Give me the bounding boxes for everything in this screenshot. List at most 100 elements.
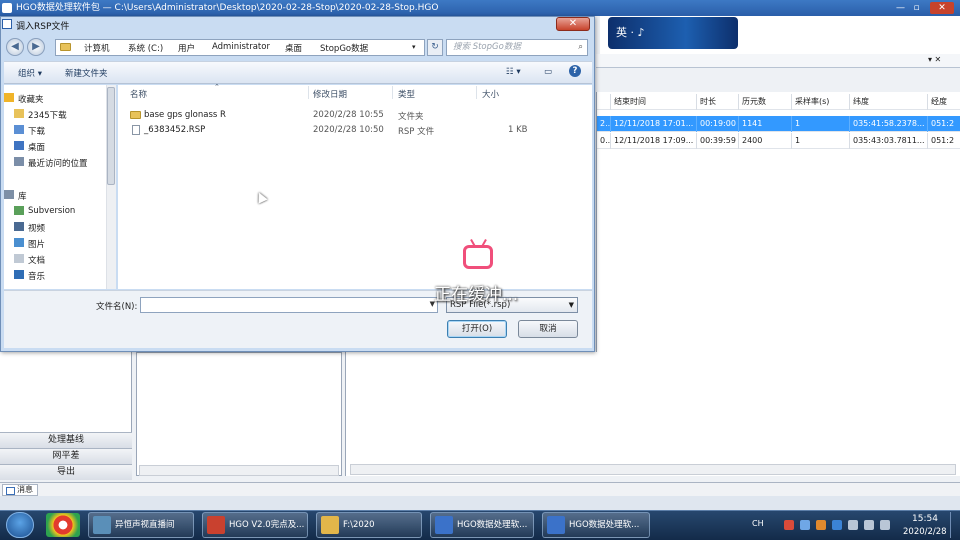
sidebar-item-6[interactable]: Subversion: [14, 206, 75, 216]
tree-scrollbar-thumb[interactable]: [107, 87, 115, 185]
breadcrumb-desktop[interactable]: 桌面: [285, 42, 302, 54]
breadcrumb-users[interactable]: 用户: [178, 42, 195, 54]
banner-text: 英 · ♪: [616, 26, 645, 39]
sidebar-item-0[interactable]: 收藏夹: [4, 93, 44, 105]
nav-button-network-adjustment[interactable]: 网平差: [0, 448, 132, 464]
app-title-bar: HGO数据处理软件包 — C:\Users\Administrator\Desk…: [0, 0, 960, 16]
sidebar-item-7[interactable]: 视频: [14, 222, 45, 234]
breadcrumb-computer[interactable]: 计算机: [84, 42, 110, 54]
horizontal-scrollbar[interactable]: [350, 464, 956, 475]
list-item[interactable]: base gps glonass R 2020/2/28 10:55 文件夹: [128, 108, 588, 122]
nav-button-process-baseline[interactable]: 处理基线: [0, 432, 132, 448]
grid-header-cell[interactable]: 经度: [928, 94, 960, 110]
ime-indicator[interactable]: CH: [752, 519, 764, 529]
volume-icon[interactable]: [880, 520, 890, 530]
taskbar-item[interactable]: 异恒声视直播间: [88, 512, 194, 538]
tray-app-icon[interactable]: [784, 520, 794, 530]
column-header-name[interactable]: 名称: [130, 88, 147, 100]
messages-tab[interactable]: 消息: [2, 484, 38, 496]
grid-header-cell[interactable]: 结束时间: [611, 94, 697, 110]
sidebar-item-9[interactable]: 文档: [14, 254, 45, 266]
close-button[interactable]: ✕: [930, 2, 954, 14]
sidebar-item-label: 视频: [28, 224, 46, 234]
sort-indicator-icon: ⌃: [214, 83, 220, 91]
start-button[interactable]: [6, 512, 34, 538]
sidebar-item-4[interactable]: 最近访问的位置: [14, 157, 88, 169]
taskbar-item[interactable]: HGO数据处理软...: [430, 512, 534, 538]
network-status-icon[interactable]: [864, 520, 874, 530]
show-desktop-button[interactable]: [950, 512, 959, 538]
sidebar-item-label: 桌面: [28, 143, 46, 153]
grid-cell: 12/11/2018 17:01...: [611, 116, 697, 132]
clock-date[interactable]: 2020/2/28: [903, 527, 947, 537]
chrome-icon[interactable]: [46, 513, 80, 537]
sidebar-item-2[interactable]: 下载: [14, 125, 45, 137]
shield-icon[interactable]: [832, 520, 842, 530]
breadcrumb-system-c[interactable]: 系统 (C:): [128, 42, 163, 54]
sidebar-item-1[interactable]: 2345下载: [14, 109, 67, 121]
library-icon: [4, 190, 14, 199]
grid-header-cell[interactable]: [597, 94, 611, 110]
new-folder-button[interactable]: 新建文件夹: [65, 67, 108, 79]
filename-input[interactable]: ▼: [140, 297, 438, 313]
grid-header-cell[interactable]: 时长: [697, 94, 739, 110]
open-button[interactable]: 打开(O): [447, 320, 507, 338]
column-divider: [392, 86, 393, 99]
folder-icon: [14, 109, 24, 118]
minimize-button[interactable]: —: [894, 2, 907, 14]
nav-button-export[interactable]: 导出: [0, 464, 132, 480]
search-input[interactable]: 搜索 StopGo数据 ⌕: [446, 39, 588, 56]
taskbar-app-icon: [207, 516, 225, 534]
pictures-icon: [14, 238, 24, 247]
breadcrumb-administrator[interactable]: Administrator: [212, 42, 270, 52]
sidebar-item-10[interactable]: 音乐: [14, 270, 45, 282]
column-header-type[interactable]: 类型: [398, 88, 415, 100]
restore-button[interactable]: ▫: [910, 2, 923, 14]
grid-lower-area: [345, 352, 960, 476]
taskbar-item[interactable]: HGO数据处理软...: [542, 512, 650, 538]
documents-icon: [14, 254, 24, 263]
taskbar-item[interactable]: HGO V2.0完点及...: [202, 512, 308, 538]
grid-cell: 2400: [739, 133, 792, 149]
list-item[interactable]: _6383452.RSP 2020/2/28 10:50 RSP 文件 1 KB: [128, 123, 588, 137]
grid-header-cell[interactable]: 历元数: [739, 94, 792, 110]
security-icon[interactable]: [816, 520, 826, 530]
taskbar-item[interactable]: F:\2020: [316, 512, 422, 538]
sidebar-item-label: 2345下载: [28, 111, 67, 121]
sidebar-item-label: 文档: [28, 256, 46, 266]
dialog-close-button[interactable]: ✕: [556, 17, 590, 31]
flag-icon[interactable]: [848, 520, 858, 530]
column-header-size[interactable]: 大小: [482, 88, 499, 100]
table-row[interactable]: 0...12/11/2018 17:09...00:39:5924001035:…: [597, 133, 960, 149]
sidebar-item-3[interactable]: 桌面: [14, 141, 45, 153]
help-icon[interactable]: ?: [569, 65, 581, 77]
cancel-button[interactable]: 取消: [518, 320, 578, 338]
taskbar-item-label: F:\2020: [343, 520, 375, 530]
search-icon: ⌕: [578, 42, 583, 52]
grid-header-cell[interactable]: 采样率(s): [792, 94, 850, 110]
network-icon[interactable]: [800, 520, 810, 530]
recent-places-icon: [14, 157, 24, 166]
back-button[interactable]: ◀: [6, 38, 24, 56]
preview-pane-button[interactable]: ▭: [544, 67, 552, 77]
forward-button[interactable]: ▶: [27, 38, 45, 56]
refresh-button[interactable]: ↻: [427, 39, 443, 56]
clock-time[interactable]: 15:54: [912, 514, 938, 524]
breadcrumb-stopgo-data[interactable]: StopGo数据: [320, 42, 368, 54]
grid-header-cell[interactable]: 纬度: [850, 94, 928, 110]
address-dropdown-icon[interactable]: ▾: [412, 43, 416, 51]
search-placeholder: 搜索 StopGo数据: [453, 42, 521, 52]
view-options-button[interactable]: ☷ ▾: [506, 67, 521, 77]
address-bar[interactable]: 计算机 系统 (C:) 用户 Administrator 桌面 StopGo数据…: [55, 39, 425, 56]
table-row[interactable]: 2...12/11/2018 17:01...00:19:0011411035:…: [597, 116, 960, 132]
filename-label: 文件名(N):: [96, 302, 138, 312]
grid-cell: 00:39:59: [697, 133, 739, 149]
horizontal-scrollbar[interactable]: [139, 465, 339, 476]
taskbar-item-label: 异恒声视直播间: [115, 520, 175, 530]
sidebar-item-label: 图片: [28, 240, 46, 250]
column-header-modified[interactable]: 修改日期: [313, 88, 347, 100]
tab-close-icon[interactable]: ▾ ✕: [928, 55, 941, 64]
sidebar-item-8[interactable]: 图片: [14, 238, 45, 250]
organize-button[interactable]: 组织 ▾: [18, 67, 42, 79]
sidebar-item-5[interactable]: 库: [4, 190, 27, 202]
